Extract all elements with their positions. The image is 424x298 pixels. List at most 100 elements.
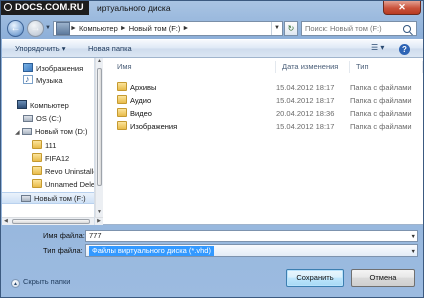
file-name-text: Аудио	[130, 96, 152, 105]
organize-menu[interactable]: Упорядочить ▾	[15, 44, 65, 53]
watermark-text: DOCS.COM.RU	[15, 2, 84, 13]
drive-icon	[22, 128, 32, 135]
pictures-icon	[23, 63, 33, 72]
search-input[interactable]	[302, 22, 400, 35]
computer-icon	[17, 100, 27, 109]
filetype-label: Тип файла:	[43, 246, 83, 255]
file-date: 15.04.2012 18:17	[276, 83, 335, 92]
new-folder-button[interactable]: Новая папка	[88, 44, 132, 53]
sidebar-item-label: Компьютер	[30, 101, 69, 110]
save-dialog: DOCS.COM.RU иртуального диска ✕ ← → ▼ ► …	[0, 0, 424, 298]
chevron-down-icon[interactable]: ▼	[411, 232, 416, 242]
collapse-arrow-icon[interactable]: ◢	[15, 127, 21, 139]
pane-splitter[interactable]	[94, 58, 95, 225]
file-name-text: Видео	[130, 109, 152, 118]
navigation-bar: ← → ▼ ► Компьютер ► Новый том (F:) ► ▼ ↻	[1, 17, 424, 39]
hide-folders-button[interactable]: ▲ Скрыть папки	[11, 277, 70, 288]
scrollbar-thumb[interactable]	[97, 68, 102, 186]
sidebar-item-pictures[interactable]: Изображения	[2, 63, 94, 75]
search-box[interactable]	[301, 21, 417, 36]
column-header-type[interactable]: Тип	[350, 61, 423, 73]
command-toolbar: Упорядочить ▾ Новая папка ☰ ▾ ?	[2, 39, 423, 58]
sidebar-item-label: 111	[45, 141, 57, 150]
help-button[interactable]: ?	[399, 44, 410, 55]
browser-pane: Изображения Музыка Компьютер OS (C:) ◢ Но…	[2, 58, 423, 225]
file-name: Аудио	[117, 95, 151, 107]
hide-folders-label: Скрыть папки	[23, 277, 71, 286]
file-name-text: Архивы	[130, 83, 157, 92]
filename-field[interactable]: 777 ▼	[85, 230, 418, 242]
address-dropdown-icon[interactable]: ▼	[271, 22, 282, 35]
sidebar-item-label: Revo Uninstalle	[45, 167, 94, 176]
drive-icon	[21, 195, 31, 202]
column-header-date[interactable]: Дата изменения	[276, 61, 350, 73]
sidebar-item-label: Музыка	[36, 76, 63, 85]
sidebar-item-folder-unnamed[interactable]: Unnamed Dele	[2, 179, 94, 191]
address-bar[interactable]: ► Компьютер ► Новый том (F:) ► ▼	[53, 21, 283, 36]
sidebar-item-folder-111[interactable]: 111	[2, 140, 94, 152]
folder-icon	[32, 153, 42, 162]
sidebar-item-label: FIFA12	[45, 154, 70, 163]
sidebar-item-label: Новый том (F:)	[34, 194, 86, 203]
close-button[interactable]: ✕	[383, 1, 421, 15]
sidebar-item-drive-d[interactable]: ◢ Новый том (D:)	[2, 126, 94, 138]
sidebar-item-music[interactable]: Музыка	[2, 73, 94, 87]
breadcrumb-drive-f[interactable]: Новый том (F:)	[127, 24, 183, 33]
folder-icon	[117, 95, 127, 104]
watermark: DOCS.COM.RU	[1, 1, 89, 15]
file-name-text: Изображения	[130, 122, 178, 131]
file-name: Видео	[117, 108, 152, 120]
back-button[interactable]: ←	[7, 20, 24, 37]
navigation-pane: Изображения Музыка Компьютер OS (C:) ◢ Но…	[2, 58, 94, 217]
watermark-icon	[4, 3, 12, 11]
file-type: Папка с файлами	[350, 122, 412, 131]
file-date: 15.04.2012 18:17	[276, 96, 335, 105]
sidebar-item-drive-f[interactable]: Новый том (F:)	[2, 192, 94, 204]
scroll-right-icon[interactable]: ▶	[97, 218, 101, 224]
scrollbar-thumb[interactable]	[12, 219, 90, 224]
sidebar-item-folder-fifa12[interactable]: FIFA12	[2, 153, 94, 165]
file-type: Папка с файлами	[350, 83, 412, 92]
folder-icon	[32, 166, 42, 175]
sidebar-item-computer[interactable]: Компьютер	[2, 100, 94, 112]
file-type: Папка с файлами	[350, 96, 412, 105]
folder-icon	[32, 179, 42, 188]
file-row[interactable]: Архивы 15.04.2012 18:17 Папка с файлами	[105, 82, 423, 94]
column-header-name[interactable]: Имя	[111, 61, 276, 73]
window-title: иртуального диска	[97, 3, 171, 13]
scroll-down-icon[interactable]: ▼	[96, 209, 103, 217]
filetype-select[interactable]: Файлы виртуального диска (*.vhd) ▼	[85, 244, 418, 257]
drive-icon	[23, 115, 33, 122]
scroll-left-icon[interactable]: ◀	[4, 218, 8, 224]
view-options-icon[interactable]: ☰ ▾	[371, 43, 393, 55]
sidebar-item-drive-c[interactable]: OS (C:)	[2, 113, 94, 125]
sidebar-item-label: OS (C:)	[36, 114, 62, 123]
music-icon	[23, 73, 33, 85]
file-date: 20.04.2012 18:36	[276, 109, 335, 118]
file-row[interactable]: Аудио 15.04.2012 18:17 Папка с файлами	[105, 95, 423, 107]
sidebar-horizontal-scrollbar[interactable]: ◀ ▶	[2, 217, 103, 225]
breadcrumb-separator: ►	[119, 25, 127, 32]
forward-button[interactable]: →	[27, 20, 44, 37]
search-icon[interactable]	[403, 24, 411, 33]
sidebar-item-label: Новый том (D:)	[35, 127, 88, 136]
filetype-value: Файлы виртуального диска (*.vhd)	[89, 246, 214, 256]
save-button[interactable]: Сохранить	[286, 269, 344, 287]
refresh-button[interactable]: ↻	[284, 21, 298, 36]
cancel-button[interactable]: Отмена	[351, 269, 415, 287]
breadcrumb-computer[interactable]: Компьютер	[77, 24, 120, 33]
sidebar-item-folder-revo[interactable]: Revo Uninstalle	[2, 166, 94, 178]
scroll-up-icon[interactable]: ▲	[96, 58, 103, 66]
filename-value[interactable]: 777	[89, 231, 102, 240]
file-list: Имя Дата изменения Тип Архивы 15.04.2012…	[105, 58, 423, 225]
sidebar-vertical-scrollbar[interactable]: ▲ ▼	[95, 58, 103, 217]
sidebar-item-label: Unnamed Dele	[45, 180, 94, 189]
recent-pages-dropdown-icon[interactable]: ▼	[45, 25, 51, 31]
chevron-down-icon[interactable]: ▼	[411, 247, 416, 258]
file-row[interactable]: Изображения 15.04.2012 18:17 Папка с фай…	[105, 121, 423, 133]
file-row[interactable]: Видео 20.04.2012 18:36 Папка с файлами	[105, 108, 423, 120]
folder-icon	[32, 140, 42, 149]
folder-icon	[117, 82, 127, 91]
file-date: 15.04.2012 18:17	[276, 122, 335, 131]
folder-icon	[117, 121, 127, 130]
